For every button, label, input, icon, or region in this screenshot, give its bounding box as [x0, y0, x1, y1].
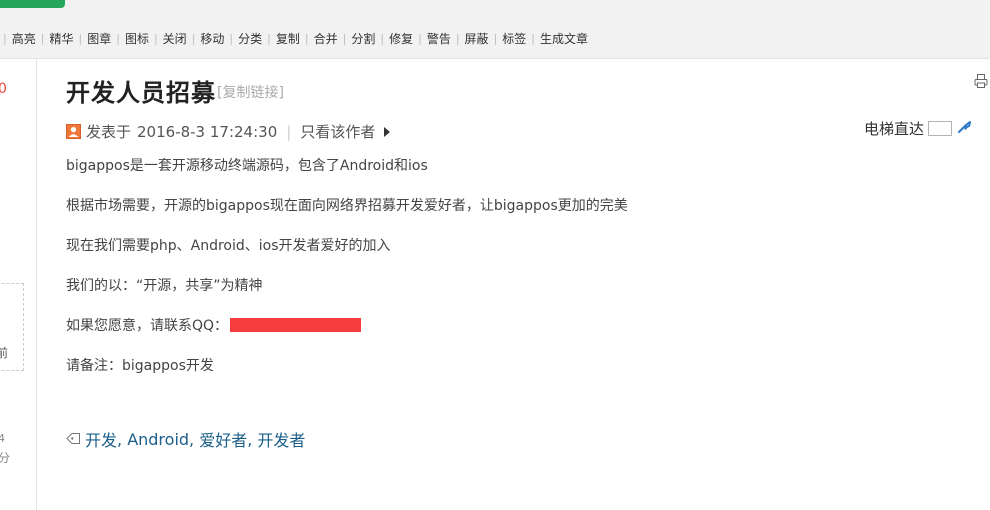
mod-item-digest[interactable]: 精华 | — [49, 31, 87, 47]
mod-item-tags[interactable]: 标签 | — [502, 31, 540, 47]
mod-item-warn[interactable]: 警告 | — [427, 31, 465, 47]
contact-text: 如果您愿意，请联系QQ： — [66, 318, 229, 334]
elevator-jump: 电梯直达 — [864, 118, 973, 139]
tag-link[interactable]: 开发 — [85, 427, 117, 451]
mod-item-highlight[interactable]: 高亮 | — [12, 31, 50, 47]
floor-input[interactable] — [928, 121, 953, 136]
mod-item-generate-article[interactable]: 生成文章 — [540, 31, 588, 47]
tag-link[interactable]: Android — [127, 430, 189, 449]
only-author-link[interactable]: 只看该作者 — [300, 121, 375, 142]
sidebar-number: 4 — [0, 432, 5, 445]
elevator-label: 电梯直达 — [864, 120, 925, 138]
post-meta: 发表于 2016-8-3 17:24:30 | 只看该作者 — [66, 121, 391, 142]
tag-separator: , — [247, 429, 258, 449]
tag-link[interactable]: 爱好者 — [199, 427, 247, 451]
green-tab-button[interactable] — [0, 0, 65, 8]
mod-item-close[interactable]: 关闭 | — [163, 31, 201, 47]
copy-link-button[interactable]: [复制链接] — [217, 82, 284, 102]
tag-icon — [66, 430, 81, 449]
mod-item-move[interactable]: 移动 | — [200, 31, 238, 47]
moderation-toolbar: 播| 高亮| 精华| 图章| 图标| 关闭| 移动| 分类| 复制| 合并| 分… — [0, 20, 990, 59]
mod-item[interactable]: 播| — [0, 31, 12, 47]
tag-separator: , — [117, 429, 128, 449]
mod-item-repair[interactable]: 修复 | — [389, 31, 427, 47]
mod-item-copy[interactable]: 复制 | — [276, 31, 314, 47]
print-icon[interactable] — [974, 73, 988, 89]
sidebar-box-text: 前 — [0, 346, 9, 360]
tag-list: 开发, Android, 爱好者, 开发者 — [66, 427, 305, 451]
mod-item-split[interactable]: 分割 | — [351, 31, 389, 47]
tag-link[interactable]: 开发者 — [257, 427, 305, 451]
mod-item-icon[interactable]: 图标 | — [125, 31, 163, 47]
thread-title: 开发人员招募 — [66, 79, 216, 107]
post-paragraph: 请备注：bigappos开发 — [66, 358, 214, 374]
redacted-qq-number — [230, 318, 362, 332]
top-bar — [0, 0, 990, 21]
posted-label: 发表于 — [86, 123, 132, 141]
post-paragraph: bigappos是一套开源移动终端源码，包含了Android和ios — [66, 158, 428, 174]
posted-date: 2016-8-3 17:24:30 — [137, 122, 278, 141]
sidebar-minute-text: 分 — [0, 451, 11, 465]
arrow-right-icon[interactable] — [384, 126, 391, 137]
mod-item-ban[interactable]: 屏蔽 | — [465, 31, 503, 47]
author-sidebar: 0 前 4 分 — [0, 59, 37, 510]
post-paragraph-contact: 如果您愿意，请联系QQ： — [66, 317, 362, 335]
post-paragraph: 我们的以：“开源，共享”为精神 — [66, 278, 263, 294]
post-paragraph: 现在我们需要php、Android、ios开发者爱好的加入 — [66, 238, 391, 254]
mod-item-merge[interactable]: 合并 | — [314, 31, 352, 47]
mod-item-stamp[interactable]: 图章 | — [87, 31, 125, 47]
user-icon — [66, 124, 81, 139]
mod-item-category[interactable]: 分类 | — [238, 31, 276, 47]
meta-divider: | — [286, 122, 292, 141]
post-paragraph: 根据市场需要，开源的bigappos现在面向网络界招募开发爱好者，让bigapp… — [66, 198, 628, 214]
go-icon[interactable] — [952, 120, 973, 138]
tag-separator: , — [189, 429, 200, 449]
sidebar-red-text: 0 — [0, 81, 7, 97]
